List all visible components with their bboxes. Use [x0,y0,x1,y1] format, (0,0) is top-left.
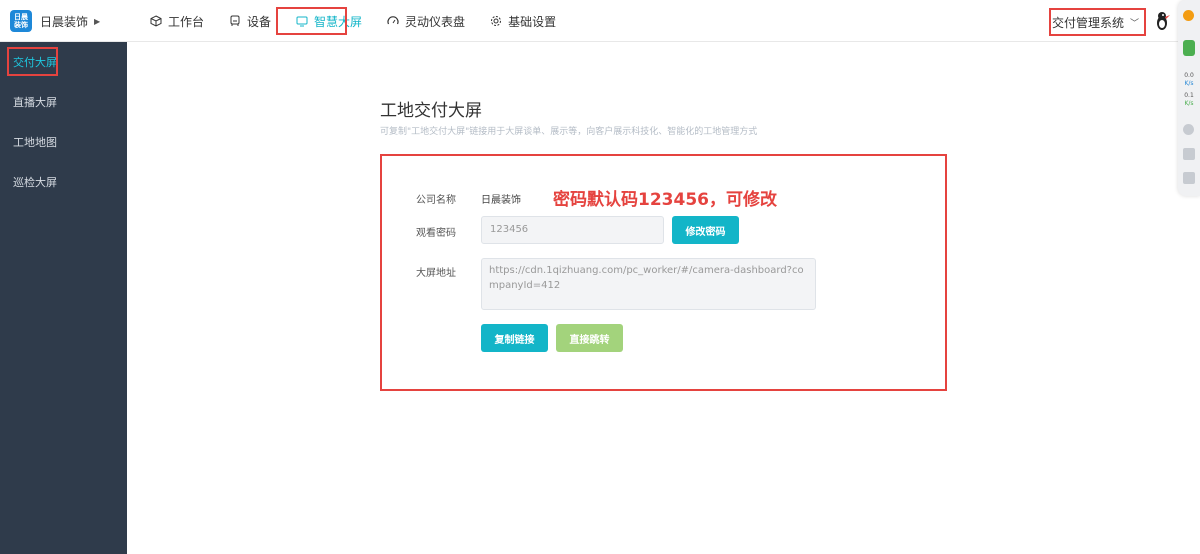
sidebar-item-label: 直播大屏 [13,96,57,109]
company-value: 日晨装饰 [481,195,521,206]
device-icon [228,14,242,28]
top-bar: 日晨 装饰 日晨装饰 ▶ 工作台 设备 智慧大屏 灵动仪表盘 基础设置 交付管理… [0,0,1200,42]
floating-toolbar: 0.0 K/s 0.1 K/s [1178,0,1200,196]
copy-link-button[interactable]: 复制链接 [481,324,548,352]
url-label: 大屏地址 [416,268,456,279]
brand-switcher[interactable]: 日晨 装饰 日晨装饰 ▶ [10,10,100,32]
page-subtitle: 可复制"工地交付大屏"链接用于大屏谈单、展示等，向客户展示科技化、智能化的工地管… [380,127,758,137]
password-annotation: 密码默认码123456，可修改 [553,190,777,210]
nav-label: 灵动仪表盘 [405,14,466,29]
highlight-sidebar-delivery [7,47,58,76]
password-label: 观看密码 [416,228,456,239]
main-nav: 工作台 设备 智慧大屏 灵动仪表盘 基础设置 [140,0,571,42]
battery-icon [1183,40,1195,56]
page-title: 工地交付大屏 [380,101,482,121]
gear-icon [489,14,503,28]
caret-right-icon: ▶ [94,16,101,26]
brand-logo: 日晨 装饰 [10,10,32,32]
cube-icon [149,14,163,28]
sidebar: 交付大屏 直播大屏 工地地图 巡检大屏 [0,42,127,554]
nav-item-dashboard[interactable]: 灵动仪表盘 [377,0,474,42]
nav-label: 工作台 [168,14,205,29]
nav-label: 设备 [247,14,272,29]
speed-up-value: 0.0 [1184,72,1194,79]
nav-item-workbench[interactable]: 工作台 [140,0,213,42]
sidebar-item-label: 巡检大屏 [13,176,57,189]
nav-label: 基础设置 [508,14,557,29]
sidebar-item-live-screen[interactable]: 直播大屏 [0,82,127,122]
sidebar-item-label: 工地地图 [13,136,57,149]
change-password-button[interactable]: 修改密码 [672,216,739,244]
screenshot-icon[interactable] [1183,148,1195,160]
sidebar-item-inspection-screen[interactable]: 巡检大屏 [0,162,127,202]
brand-name: 日晨装饰 [40,14,89,29]
screen-url-field[interactable]: https://cdn.1qizhuang.com/pc_worker/#/ca… [481,258,816,310]
highlight-system-select [1049,8,1146,36]
gauge-icon [386,14,400,28]
search-icon[interactable] [1183,172,1195,184]
notification-icon[interactable] [1183,10,1194,21]
company-label: 公司名称 [416,195,456,206]
speed-down-unit: K/s [1184,100,1194,107]
speed-up-unit: K/s [1184,80,1194,87]
password-input[interactable]: 123456 [481,216,664,244]
speed-down-value: 0.1 [1184,92,1194,99]
avatar[interactable] [1153,10,1173,32]
sidebar-item-site-map[interactable]: 工地地图 [0,122,127,162]
chat-icon[interactable] [1183,124,1194,135]
direct-jump-button[interactable]: 直接跳转 [556,324,623,352]
highlight-smart-screen [276,7,347,35]
main-content: 工地交付大屏 可复制"工地交付大屏"链接用于大屏谈单、展示等，向客户展示科技化、… [127,42,1200,554]
nav-item-device[interactable]: 设备 [219,0,280,42]
nav-item-settings[interactable]: 基础设置 [480,0,565,42]
